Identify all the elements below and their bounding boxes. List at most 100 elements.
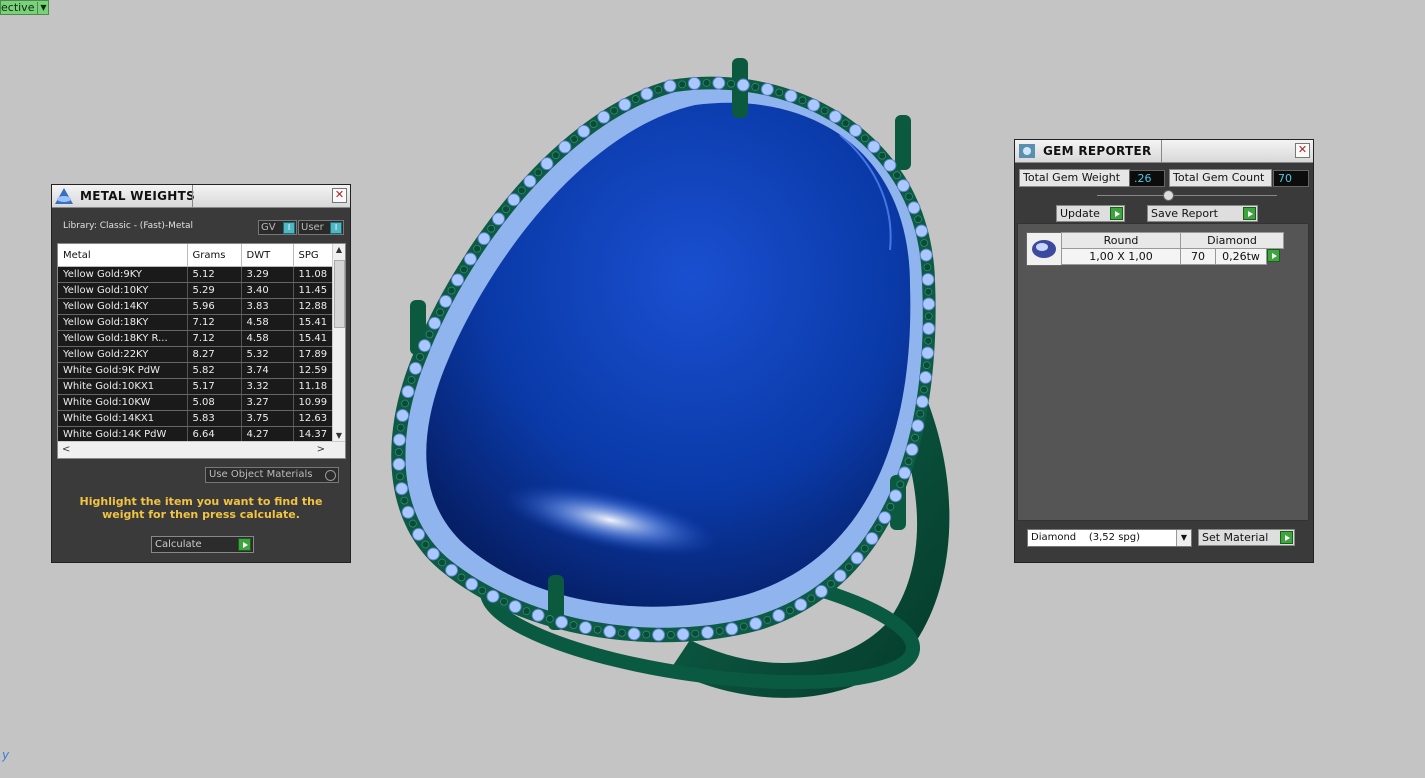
grams-cell: 5.08 [187,394,242,411]
report-slider[interactable] [1097,190,1277,201]
bead-prong [715,626,724,635]
material-select[interactable]: Diamond (3,52 spg) ▼ [1027,529,1192,547]
table-row[interactable]: White Gold:10KX1 5.17 3.32 11.18 [58,378,339,395]
play-icon [238,538,251,551]
table-horizontal-scrollbar[interactable]: < > [58,441,345,458]
metal-cell: White Gold:14KX1 [58,410,188,427]
melee-stone [577,124,591,138]
bead-prong [861,134,869,143]
scroll-left-icon[interactable]: < [62,444,70,455]
grams-cell: 5.12 [187,266,242,283]
melee-stone [922,321,936,335]
radio-icon [325,470,336,481]
grams-cell: 5.17 [187,378,242,395]
melee-stone [540,157,554,171]
material-select-value: Diamond (3,52 spg) [1031,532,1141,543]
bead-prong [522,607,531,616]
melee-stone [772,608,786,622]
melee-stone [426,547,440,561]
table-row[interactable]: Yellow Gold:10KY 5.29 3.40 11.45 [58,282,339,299]
table-row[interactable]: White Gold:10KW 5.08 3.27 10.99 [58,394,339,411]
metal-table[interactable]: Metal Grams DWT SPG Yellow Gold:9KY 5.12 3… [57,243,346,459]
melee-stone [784,89,798,103]
save-report-button[interactable]: Save Report [1147,205,1258,222]
instruction-text: Highlight the item you want to find the … [79,495,323,521]
melee-stone [898,466,912,480]
ring-3d-render[interactable] [370,50,970,720]
melee-stone [465,577,479,591]
bead-prong [874,524,883,533]
bead-prong [438,558,446,567]
table-row[interactable]: Yellow Gold:22KY 8.27 5.32 17.89 [58,346,339,363]
melee-stone [850,551,864,565]
close-icon[interactable]: ✕ [332,188,347,203]
melee-stone [555,615,569,629]
bead-prong [896,480,905,489]
calculate-button[interactable]: Calculate [151,536,254,553]
bead-prong [922,361,931,370]
melee-stone [523,174,537,188]
gem-shape: Round [1061,232,1181,249]
metal-weights-titlebar[interactable]: METAL WEIGHTS ✕ [52,185,350,208]
table-vertical-scrollbar[interactable]: ▲ ▼ [332,244,345,441]
table-row[interactable]: White Gold:9K PdW 5.82 3.74 12.59 [58,362,339,379]
update-button[interactable]: Update [1056,205,1125,222]
slider-knob[interactable] [1163,190,1174,201]
melee-stone [896,179,910,193]
gem-list[interactable]: Round Diamond 1,00 X 1,00 70 0,26tw [1017,223,1309,521]
close-icon[interactable]: ✕ [1295,143,1310,158]
table-row[interactable]: Yellow Gold:18KY 7.12 4.58 15.41 [58,314,339,331]
viewport-mode-dropdown[interactable]: ective ▼ [0,0,50,15]
set-material-button[interactable]: Set Material [1198,529,1295,546]
scroll-right-icon[interactable]: > [317,444,325,455]
melee-stone [828,110,842,124]
bead-prong [407,376,416,384]
scroll-up-icon[interactable]: ▲ [333,245,345,254]
melee-stone [736,78,750,92]
metal-cell: White Gold:10KW [58,394,188,411]
gem-details-play-icon[interactable] [1267,249,1280,262]
gem-reporter-titlebar[interactable]: GEM REPORTER ✕ [1015,140,1313,163]
table-row[interactable]: Yellow Gold:14KY 5.96 3.83 12.88 [58,298,339,315]
melee-stone [878,511,892,525]
bead-prong [878,151,887,160]
melee-stone [833,569,847,583]
melee-stone [395,482,409,496]
column-header-dwt[interactable]: DWT [241,244,294,267]
scroll-thumb[interactable] [334,260,345,328]
melee-stone [491,212,505,226]
bead-prong [473,244,482,253]
bead-prong [610,106,619,115]
table-row[interactable]: White Gold:14KX1 5.83 3.75 12.63 [58,410,339,427]
use-object-materials-toggle[interactable]: Use Object Materials [205,467,339,483]
gem-list-item[interactable]: Round Diamond 1,00 X 1,00 70 0,26tw [1026,232,1284,266]
column-header-grams[interactable]: Grams [187,244,242,267]
scroll-down-icon[interactable]: ▼ [333,431,345,440]
table-row[interactable]: Yellow Gold:9KY 5.12 3.29 11.08 [58,266,339,283]
gem-reporter-title: GEM REPORTER [1043,144,1152,158]
melee-stone [919,370,933,384]
melee-stone [849,123,863,137]
column-header-metal[interactable]: Metal [58,244,188,267]
table-row[interactable]: Yellow Gold:18KY R... 7.12 4.58 15.41 [58,330,339,347]
toggle-indicator-icon: I [330,222,342,234]
melee-stone [392,433,406,447]
gv-toggle[interactable]: GV I [258,220,297,235]
melee-stone [409,361,423,375]
dwt-cell: 3.75 [241,410,294,427]
bead-prong [666,630,675,639]
bead-prong [827,579,835,588]
bead-prong [691,629,700,638]
bead-prong [569,621,578,629]
user-toggle[interactable]: User I [298,220,344,235]
melee-stone [921,272,935,286]
use-object-materials-label: Use Object Materials [209,469,313,480]
bead-prong [517,186,526,195]
bead-prong [478,586,487,595]
gem-reporter-app-icon [1015,140,1039,162]
melee-stone [597,110,611,124]
bead-prong [545,615,554,623]
play-icon [1110,207,1123,220]
dwt-cell: 3.83 [241,298,294,315]
grams-cell: 7.12 [187,314,242,331]
